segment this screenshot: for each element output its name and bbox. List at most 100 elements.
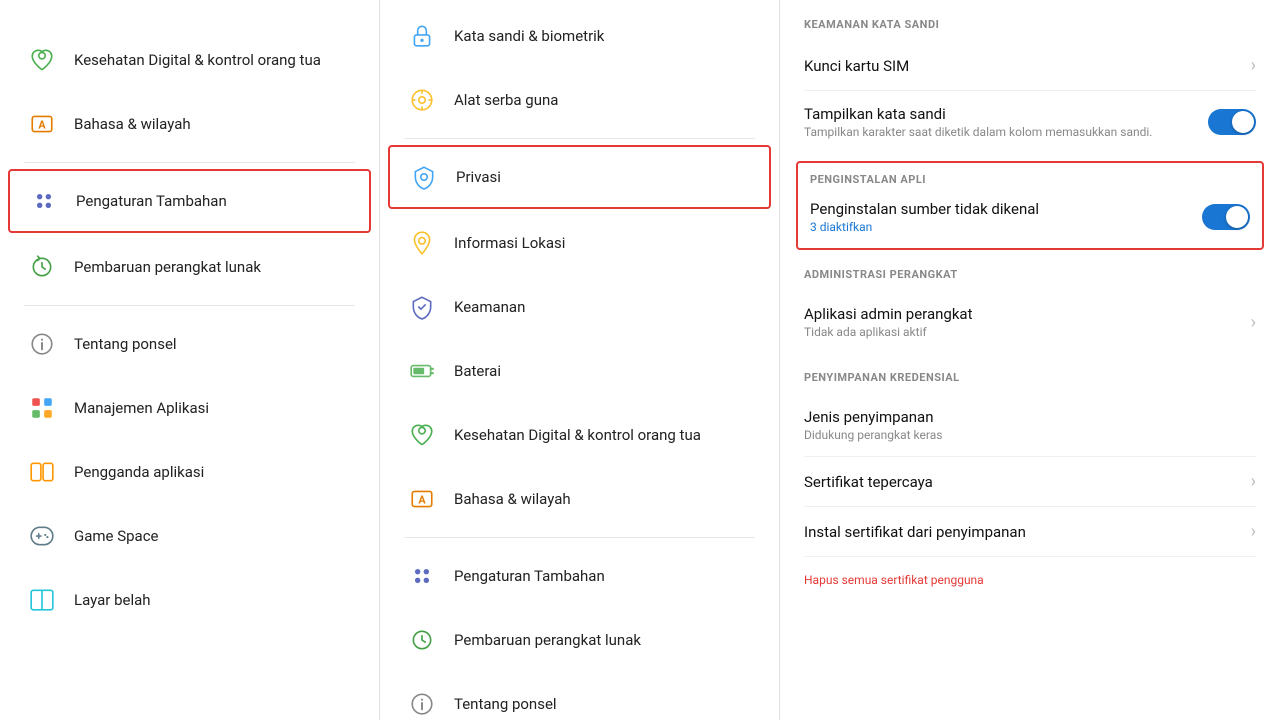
svg-text:A: A (38, 118, 46, 131)
sidebar-item-layar[interactable]: Layar belah (0, 568, 379, 632)
mid-item-label: Tentang ponsel (454, 695, 557, 713)
section-title-kata-sandi-section: KEAMANAN KATA SANDI (804, 18, 1256, 31)
dots2-icon (404, 558, 440, 594)
right-item-sumber-tidak-dikenal[interactable]: Penginstalan sumber tidak dikenal 3 diakt… (798, 186, 1262, 248)
privacy-icon (406, 159, 442, 195)
sidebar-item-label: Pengganda aplikasi (74, 463, 204, 481)
info-icon (24, 326, 60, 362)
right-item-text: Sertifikat tepercaya (804, 473, 1243, 491)
sidebar-item-label: Pembaruan perangkat lunak (74, 258, 261, 276)
lang2-icon: A (404, 481, 440, 517)
mid-nav-list: Kata sandi & biometrik Alat serba guna P… (380, 0, 779, 720)
sidebar-item-pengganda[interactable]: Pengganda aplikasi (0, 440, 379, 504)
chevron-icon: › (1251, 312, 1256, 333)
mid-item-label: Privasi (456, 168, 501, 186)
right-item-label: Instal sertifikat dari penyimpanan (804, 523, 1243, 541)
right-item-text: Aplikasi admin perangkatTidak ada aplika… (804, 305, 1243, 339)
right-item-text: Kunci kartu SIM (804, 57, 1243, 75)
right-item-kunci-sim[interactable]: Kunci kartu SIM › (804, 41, 1256, 91)
toggle-tampilkan-sandi[interactable] (1208, 109, 1256, 135)
dual-icon (24, 454, 60, 490)
battery-icon (404, 353, 440, 389)
right-item-sub: 3 diaktifkan (810, 220, 1192, 234)
dots-icon (26, 183, 62, 219)
update2-icon (404, 622, 440, 658)
sidebar-item-gamespace[interactable]: Game Space (0, 504, 379, 568)
split-icon (24, 582, 60, 618)
right-item-label: Jenis penyimpanan (804, 408, 1256, 426)
mid-item-label: Informasi Lokasi (454, 234, 565, 252)
right-item-label: Tampilkan kata sandi (804, 105, 1198, 123)
game-icon (24, 518, 60, 554)
right-item-label: Sertifikat tepercaya (804, 473, 1243, 491)
location-icon (404, 225, 440, 261)
mid-item-label: Keamanan (454, 298, 525, 316)
page-title (0, 0, 379, 28)
mid-item-label: Pengaturan Tambahan (454, 567, 605, 585)
right-item-hapus-sertifikat[interactable]: Hapus semua sertifikat pengguna (804, 557, 1256, 601)
sidebar-item-manajemen[interactable]: Manajemen Aplikasi (0, 376, 379, 440)
mid-panel: Kata sandi & biometrik Alat serba guna P… (380, 0, 780, 720)
sidebar-item-kesehatan[interactable]: Kesehatan Digital & kontrol orang tua (0, 28, 379, 92)
lang-icon: A (24, 106, 60, 142)
heart2-icon (404, 417, 440, 453)
sidebar-item-label: Layar belah (74, 591, 151, 609)
right-item-jenis-penyimpanan[interactable]: Jenis penyimpanan Didukung perangkat kera… (804, 394, 1256, 457)
right-item-text: Tampilkan kata sandi Tampilkan karakter s… (804, 105, 1198, 139)
shield-icon (404, 289, 440, 325)
mid-item-privasi[interactable]: Privasi (388, 145, 771, 209)
sidebar-item-pengaturan-tambahan[interactable]: Pengaturan Tambahan (8, 169, 371, 233)
svg-text:A: A (418, 493, 426, 506)
mid-item-label: Alat serba guna (454, 91, 558, 109)
sidebar-item-label: Tentang ponsel (74, 335, 177, 353)
sidebar-item-tentang[interactable]: Tentang ponsel (0, 312, 379, 376)
tool-icon (404, 82, 440, 118)
mid-item-bahasa2[interactable]: A Bahasa & wilayah (380, 467, 779, 531)
right-item-sub: Tampilkan karakter saat diketik dalam ko… (804, 125, 1198, 139)
mid-item-label: Kata sandi & biometrik (454, 27, 604, 45)
mid-item-katasandi[interactable]: Kata sandi & biometrik (380, 4, 779, 68)
right-item-admin-app[interactable]: Aplikasi admin perangkatTidak ada aplika… (804, 291, 1256, 353)
mid-item-pembaruan2[interactable]: Pembaruan perangkat lunak (380, 608, 779, 672)
section-title-admin-section: ADMINISTRASI PERANGKAT (804, 268, 1256, 281)
right-item-instal-sertifikat[interactable]: Instal sertifikat dari penyimpanan › (804, 507, 1256, 557)
section-penginstalan-section: PENGINSTALAN APLI Penginstalan sumber ti… (796, 161, 1264, 250)
toggle-sumber-tidak-dikenal[interactable] (1202, 204, 1250, 230)
sidebar-item-label: Kesehatan Digital & kontrol orang tua (74, 51, 321, 69)
update-icon (24, 249, 60, 285)
mid-item-kesehatan2[interactable]: Kesehatan Digital & kontrol orang tua (380, 403, 779, 467)
mid-item-keamanan[interactable]: Keamanan (380, 275, 779, 339)
sidebar-item-label: Manajemen Aplikasi (74, 399, 209, 417)
mid-item-label: Baterai (454, 362, 501, 380)
right-item-sub: Didukung perangkat keras (804, 428, 1256, 442)
sidebar-item-label: Bahasa & wilayah (74, 115, 191, 133)
chevron-icon: › (1251, 521, 1256, 542)
sidebar-item-bahasa[interactable]: A Bahasa & wilayah (0, 92, 379, 156)
mid-item-tentang2[interactable]: Tentang ponsel (380, 672, 779, 720)
mid-item-label: Pembaruan perangkat lunak (454, 631, 641, 649)
sidebar-item-label: Pengaturan Tambahan (76, 192, 227, 210)
right-item-tampilkan-sandi[interactable]: Tampilkan kata sandi Tampilkan karakter s… (804, 91, 1256, 153)
chevron-icon: › (1251, 471, 1256, 492)
mid-item-label: Bahasa & wilayah (454, 490, 571, 508)
mid-item-alat[interactable]: Alat serba guna (380, 68, 779, 132)
section-title-kredensial-section: PENYIMPANAN KREDENSIAL (804, 371, 1256, 384)
right-item-text: Instal sertifikat dari penyimpanan (804, 523, 1243, 541)
mid-item-label: Kesehatan Digital & kontrol orang tua (454, 426, 701, 444)
right-item-text: Jenis penyimpanan Didukung perangkat kera… (804, 408, 1256, 442)
mid-item-pengaturan2[interactable]: Pengaturan Tambahan (380, 544, 779, 608)
sidebar-item-label: Game Space (74, 527, 159, 545)
mid-item-lokasi[interactable]: Informasi Lokasi (380, 211, 779, 275)
right-item-text: Hapus semua sertifikat pengguna (804, 571, 1256, 587)
right-item-text: Penginstalan sumber tidak dikenal 3 diakt… (810, 200, 1192, 234)
right-panel: KEAMANAN KATA SANDI Kunci kartu SIM › Tam… (780, 0, 1280, 720)
right-item-label: Penginstalan sumber tidak dikenal (810, 200, 1192, 218)
mid-item-baterai[interactable]: Baterai (380, 339, 779, 403)
apps-icon (24, 390, 60, 426)
right-item-label: Aplikasi admin perangkat (804, 305, 1243, 323)
chevron-icon: › (1251, 55, 1256, 76)
section-kredensial-section: PENYIMPANAN KREDENSIAL Jenis penyimpanan… (780, 353, 1280, 601)
right-item-sertifikat-tepercaya[interactable]: Sertifikat tepercaya › (804, 457, 1256, 507)
info2-icon (404, 686, 440, 720)
sidebar-item-pembaruan[interactable]: Pembaruan perangkat lunak (0, 235, 379, 299)
